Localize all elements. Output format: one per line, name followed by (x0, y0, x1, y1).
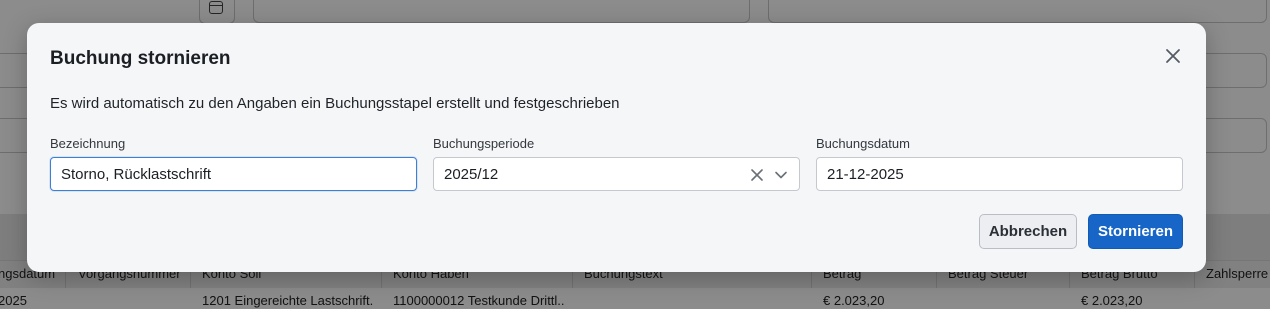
bezeichnung-field[interactable] (50, 157, 417, 191)
buchungsdatum-field[interactable] (816, 157, 1183, 191)
buchungsdatum-input[interactable] (817, 158, 1182, 190)
clear-icon[interactable] (750, 168, 764, 182)
bezeichnung-label: Bezeichnung (50, 136, 126, 151)
close-icon (1166, 49, 1180, 63)
chevron-down-icon[interactable] (774, 169, 788, 181)
close-button[interactable] (1164, 47, 1182, 65)
dialog-title: Buchung stornieren (50, 48, 231, 69)
storno-dialog: Buchung stornieren Es wird automatisch z… (27, 23, 1206, 272)
buchungsdatum-label: Buchungsdatum (816, 136, 910, 151)
stornieren-button[interactable]: Stornieren (1088, 214, 1183, 249)
dialog-description: Es wird automatisch zu den Angaben ein B… (50, 95, 620, 112)
buchungsperiode-value: 2025/12 (444, 166, 499, 183)
bezeichnung-input[interactable] (51, 158, 416, 190)
buchungsperiode-select[interactable]: 2025/12 (433, 157, 800, 191)
cancel-button[interactable]: Abbrechen (979, 214, 1077, 249)
buchungsperiode-label: Buchungsperiode (433, 136, 535, 151)
